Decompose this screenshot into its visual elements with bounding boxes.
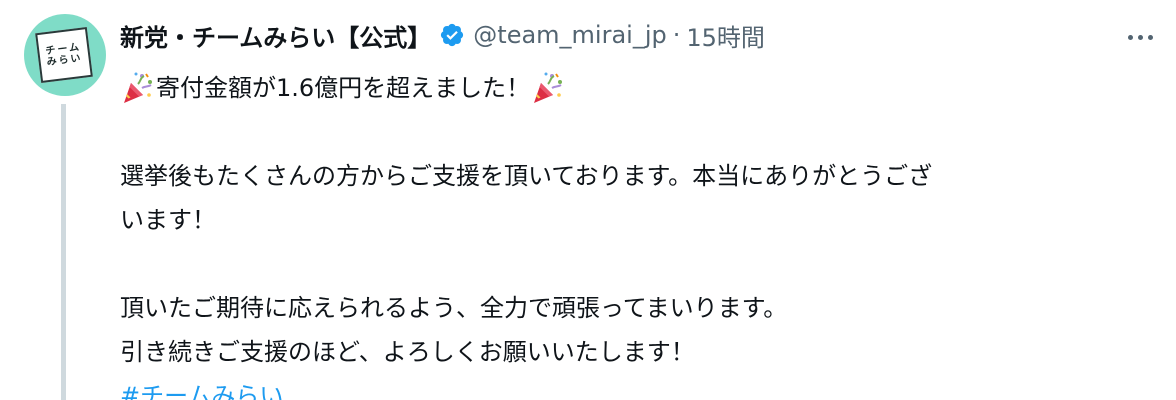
display-name[interactable]: 新党・チームみらい【公式】 [120, 18, 431, 53]
hashtag-link[interactable]: #チームみらい [120, 382, 283, 400]
tweet-header: 新党・チームみらい【公式】 @team_mirai_jp · 15時間 [120, 12, 1160, 58]
tweet-body: 寄付金額が1.6億円を超えました！ 選挙後もたくさんの方からご支援を頂いておりま… [120, 66, 1160, 400]
verified-badge-icon [441, 23, 464, 47]
tweet-content: 新党・チームみらい【公式】 @team_mirai_jp · 15時間 寄付金額… [120, 12, 1160, 400]
tweet-text-headline: 寄付金額が1.6億円を超えました！ [156, 74, 531, 102]
user-handle[interactable]: @team_mirai_jp [473, 21, 666, 49]
tweet-line-5: 引き続きご支援のほど、よろしくお願いいたします！ [120, 338, 695, 366]
separator-dot: · [672, 21, 681, 49]
thread-line [61, 104, 66, 400]
timestamp[interactable]: 15時間 [686, 18, 765, 53]
avatar[interactable]: チーム みらい [24, 14, 106, 96]
tweet-line-4: 頂いたご期待に応えられるよう、全力で頑張ってまいります。 [120, 294, 788, 322]
tweet-line-2: 選挙後もたくさんの方からご支援を頂いております。本当にありがとうござ [120, 162, 933, 190]
avatar-column: チーム みらい [24, 14, 106, 96]
tweet-line-3: います！ [120, 206, 216, 234]
party-popper-icon [534, 72, 563, 103]
tweet[interactable]: チーム みらい 新党・チームみらい【公式】 @team_mirai_jp · 1… [0, 0, 1176, 400]
tweet-line-1: 寄付金額が1.6億円を超えました！ [120, 66, 1160, 110]
avatar-logo-card: チーム みらい [35, 27, 93, 83]
party-popper-icon [124, 72, 152, 103]
more-options-icon[interactable] [1120, 22, 1160, 52]
hashtag-line: #チームみらい [120, 374, 1160, 400]
